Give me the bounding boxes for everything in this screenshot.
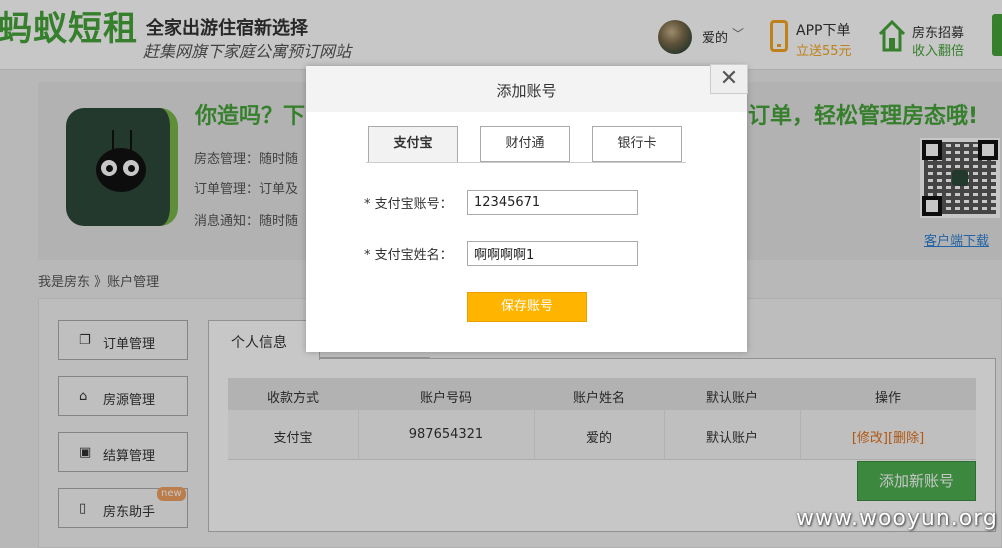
tab-alipay[interactable]: 支付宝 [368,126,458,163]
add-account-dialog: 添加账号 支付宝 财付通 银行卡 * 支付宝账号： * 支付宝姓名： 保存账号 [306,66,747,352]
tab-divider [366,162,686,163]
watermark: www.wooyun.org [796,506,998,531]
dialog-title: 添加账号 [496,82,557,100]
close-icon[interactable]: ✕ [710,64,748,94]
save-account-button[interactable]: 保存账号 [467,292,587,322]
dialog-header: 添加账号 [306,66,747,112]
tab-tenpay[interactable]: 财付通 [480,126,570,162]
alipay-account-label: * 支付宝账号： [364,197,453,212]
tab-bank-card[interactable]: 银行卡 [592,126,682,162]
alipay-account-input[interactable] [467,190,638,215]
alipay-name-label: * 支付宝姓名： [364,248,453,263]
alipay-name-input[interactable] [467,241,638,266]
